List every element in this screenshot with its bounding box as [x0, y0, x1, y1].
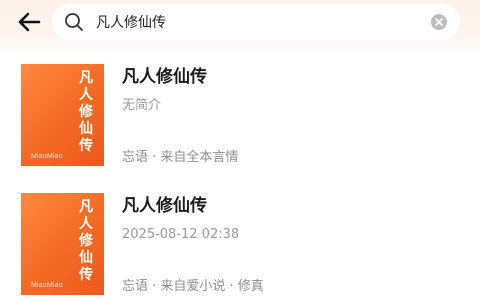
cover-title: 凡人修仙传 — [79, 70, 93, 154]
book-update-time: 2025-08-12 02:38 — [122, 227, 240, 242]
cover-brand: MiaoMiao — [31, 282, 63, 289]
close-icon — [435, 18, 443, 26]
book-cover[interactable]: 凡人修仙传 MiaoMiao — [21, 193, 104, 295]
search-input[interactable] — [96, 4, 416, 40]
book-cover[interactable]: 凡人修仙传 MiaoMiao — [21, 64, 104, 166]
cover-brand: MiaoMiao — [31, 153, 63, 160]
book-title: 凡人修仙传 — [122, 67, 207, 87]
search-result-item[interactable]: 凡人修仙传 MiaoMiao 凡人修仙传 无简介 忘语 · 来自全本言情 — [0, 64, 480, 172]
cover-title: 凡人修仙传 — [79, 199, 93, 283]
book-title: 凡人修仙传 — [122, 196, 207, 216]
clear-search-button[interactable] — [431, 14, 447, 30]
search-result-item[interactable]: 凡人修仙传 MiaoMiao 凡人修仙传 2025-08-12 02:38 忘语… — [0, 193, 480, 301]
book-description: 无简介 — [122, 98, 162, 113]
back-button[interactable] — [14, 8, 44, 36]
search-icon — [65, 13, 83, 31]
book-meta: 忘语 · 来自爱小说 · 修真 — [122, 279, 264, 294]
arrow-left-icon — [18, 12, 41, 32]
search-bar[interactable] — [52, 4, 460, 40]
book-meta: 忘语 · 来自全本言情 — [122, 150, 239, 165]
